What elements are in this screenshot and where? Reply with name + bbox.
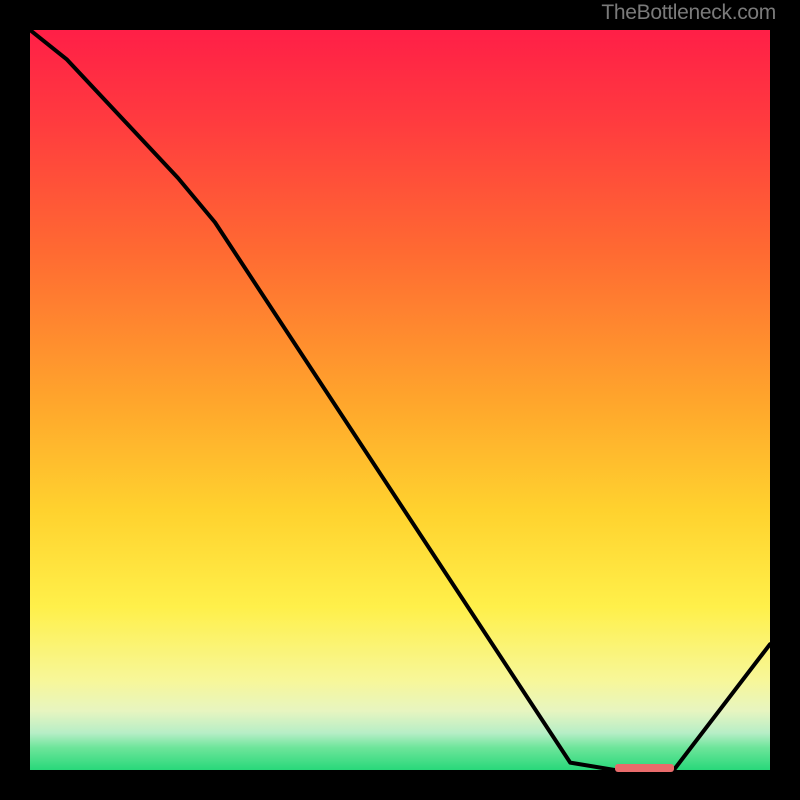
plot-gradient-background (30, 30, 770, 770)
optimal-range-marker (615, 764, 674, 772)
attribution-label: TheBottleneck.com (601, 1, 776, 25)
chart-canvas: TheBottleneck.com (0, 0, 800, 800)
